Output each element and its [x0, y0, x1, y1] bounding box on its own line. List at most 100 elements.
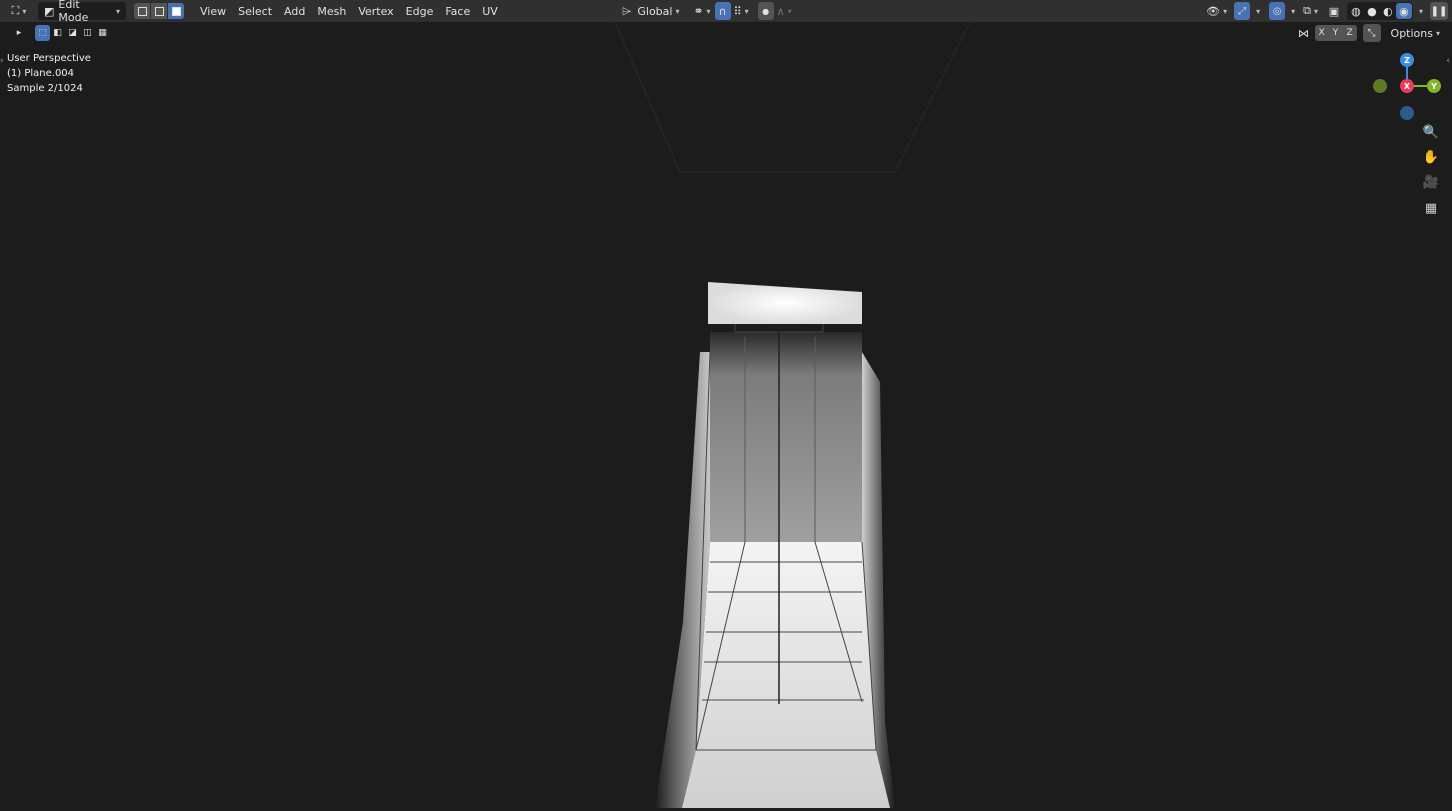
- xray-toggle[interactable]: ▣: [1325, 2, 1343, 20]
- mirror-x-toggle[interactable]: X: [1315, 25, 1329, 41]
- edge-select-button[interactable]: [151, 3, 167, 19]
- region-toggle-button[interactable]: ❚❚: [1430, 2, 1448, 20]
- eye-icon: 👁: [1206, 4, 1221, 18]
- pan-button[interactable]: ✋: [1420, 146, 1442, 168]
- transform-orientation-select[interactable]: ⌲ Global ▾: [618, 2, 683, 20]
- select-mode-options: ⬚ ◧ ◪ ◫ ▦: [34, 24, 111, 42]
- auto-merge-toggle[interactable]: ⤡: [1362, 24, 1381, 42]
- gizmo-neg-z-axis[interactable]: [1400, 106, 1414, 120]
- viewport-info-text: User Perspective (1) Plane.004 Sample 2/…: [7, 51, 91, 96]
- gizmo-icon: ⤢: [1238, 5, 1247, 17]
- view3d-icon: ⛶: [11, 4, 20, 17]
- pivot-point-select[interactable]: ⚭ ▾: [689, 2, 714, 20]
- chevron-down-icon: ▾: [115, 6, 120, 16]
- falloff-select[interactable]: ∧ ▾: [774, 2, 795, 20]
- solid-shading-button[interactable]: ●: [1364, 3, 1380, 19]
- chevron-down-icon: ▾: [1291, 6, 1296, 16]
- perspective-toggle-button[interactable]: ▦: [1420, 197, 1442, 219]
- menu-face[interactable]: Face: [439, 1, 476, 21]
- overlays-icon: ◎: [1272, 5, 1282, 17]
- select-intersect-button[interactable]: ▦: [95, 25, 110, 41]
- snap-toggle[interactable]: ∩: [714, 2, 731, 20]
- viewport-header: ⛶ ▾ ◩ Edit Mode ▾ View Select Add Mesh Ve…: [0, 0, 1452, 24]
- active-tool-button[interactable]: ▸: [10, 24, 28, 42]
- menu-add[interactable]: Add: [278, 1, 311, 21]
- edit-mode-icon: ◩: [44, 4, 55, 18]
- material-shading-button[interactable]: ◐: [1380, 3, 1396, 19]
- orientation-icon: ⌲: [622, 3, 632, 18]
- chevron-down-icon: ▾: [744, 6, 749, 16]
- mirror-z-toggle[interactable]: Z: [1343, 25, 1357, 41]
- camera-view-button[interactable]: 🎥: [1420, 171, 1442, 193]
- mesh-overlay-icon: ⧉: [1303, 4, 1311, 17]
- select-subtract-button[interactable]: ◪: [65, 25, 80, 41]
- zoom-button[interactable]: 🔍: [1420, 121, 1442, 143]
- auto-merge-icon: ⤡: [1367, 27, 1376, 39]
- gizmo-z-axis[interactable]: Z: [1400, 53, 1414, 67]
- shading-mode-group: ◍ ● ◐ ◉: [1346, 2, 1413, 20]
- options-label: Options: [1390, 26, 1433, 40]
- menu-bar: View Select Add Mesh Vertex Edge Face UV: [194, 1, 504, 21]
- gizmo-x-axis[interactable]: X: [1400, 79, 1414, 93]
- edge-select-icon: [154, 6, 164, 16]
- menu-vertex[interactable]: Vertex: [352, 1, 399, 21]
- vertex-select-button[interactable]: [134, 3, 150, 19]
- gizmo-y-axis[interactable]: Y: [1427, 79, 1441, 93]
- editor-type-button[interactable]: ⛶ ▾: [4, 2, 34, 20]
- select-subtract-icon: ◪: [68, 28, 77, 38]
- mesh-edit-overlays-select[interactable]: ⧉ ▾: [1300, 2, 1321, 20]
- butterfly-icon: ⋈: [1298, 26, 1310, 40]
- menu-mesh[interactable]: Mesh: [311, 1, 352, 21]
- gizmo-toggle[interactable]: ⤢: [1234, 2, 1251, 20]
- mode-label: Edit Mode: [58, 0, 89, 24]
- pause-icon: ❚❚: [1430, 5, 1448, 17]
- select-new-icon: ⬚: [38, 28, 47, 38]
- overlays-toggle[interactable]: ◎: [1269, 2, 1286, 20]
- gizmo-neg-y-axis[interactable]: [1373, 79, 1387, 93]
- menu-edge[interactable]: Edge: [400, 1, 440, 21]
- mode-select[interactable]: ◩ Edit Mode ▾: [38, 0, 126, 24]
- tool-settings-bar: ▸ ⬚ ◧ ◪ ◫ ▦ ⋈ X Y Z ⤡ Options ▾: [0, 22, 1452, 44]
- select-cursor-icon: ▸: [16, 28, 22, 38]
- chevron-down-icon: ▾: [1256, 6, 1261, 16]
- orientation-label: Global: [637, 4, 673, 18]
- chevron-down-icon: ▾: [1223, 6, 1228, 16]
- wireframe-sphere-icon: ◍: [1351, 4, 1361, 18]
- wireframe-shading-button[interactable]: ◍: [1348, 3, 1364, 19]
- vertex-select-icon: [137, 6, 147, 16]
- visibility-select[interactable]: 👁 ▾: [1203, 2, 1230, 20]
- render-sample-count: Sample 2/1024: [7, 83, 83, 94]
- proportional-edit-toggle[interactable]: ●: [757, 2, 774, 20]
- snap-target-select[interactable]: ⠿ ▾: [731, 2, 752, 20]
- select-new-button[interactable]: ⬚: [35, 25, 50, 41]
- chevron-down-icon: ▾: [1418, 6, 1423, 16]
- menu-view[interactable]: View: [194, 1, 232, 21]
- menu-select[interactable]: Select: [232, 1, 278, 21]
- mirror-y-toggle[interactable]: Y: [1329, 25, 1343, 41]
- chevron-down-icon: ▾: [1435, 28, 1440, 38]
- center-tools: ⌲ Global ▾ ⚭ ▾ ∩ ⠿ ▾ ● ∧ ▾: [618, 2, 795, 20]
- view-name: User Perspective: [7, 53, 91, 64]
- mirror-axis-group: X Y Z: [1314, 25, 1357, 41]
- navigation-gizmo[interactable]: Z Y X: [1366, 50, 1450, 126]
- rendered-scene: [614, 21, 971, 808]
- shading-options-select[interactable]: ▾: [1413, 2, 1426, 20]
- mesh-symmetry-icon-button[interactable]: ⋈: [1295, 24, 1313, 42]
- viewport-3d[interactable]: [0, 21, 1452, 808]
- select-extend-button[interactable]: ◧: [50, 25, 65, 41]
- menu-uv[interactable]: UV: [476, 1, 504, 21]
- solid-sphere-icon: ●: [1367, 4, 1377, 18]
- select-extend-icon: ◧: [53, 28, 62, 38]
- select-invert-button[interactable]: ◫: [80, 25, 95, 41]
- options-select[interactable]: Options ▾: [1385, 24, 1446, 42]
- chevron-down-icon: ▾: [1313, 6, 1318, 16]
- face-select-icon: [171, 6, 181, 16]
- face-select-button[interactable]: [168, 3, 184, 19]
- magnet-icon: ∩: [718, 4, 727, 18]
- chevron-down-icon: ▾: [787, 6, 792, 16]
- overlays-select[interactable]: ▾: [1285, 2, 1298, 20]
- gizmo-select[interactable]: ▾: [1250, 2, 1263, 20]
- rendered-shading-button[interactable]: ◉: [1395, 3, 1412, 19]
- falloff-curve-icon: ∧: [776, 4, 785, 18]
- toolbar-expand-arrow[interactable]: ›: [0, 56, 4, 66]
